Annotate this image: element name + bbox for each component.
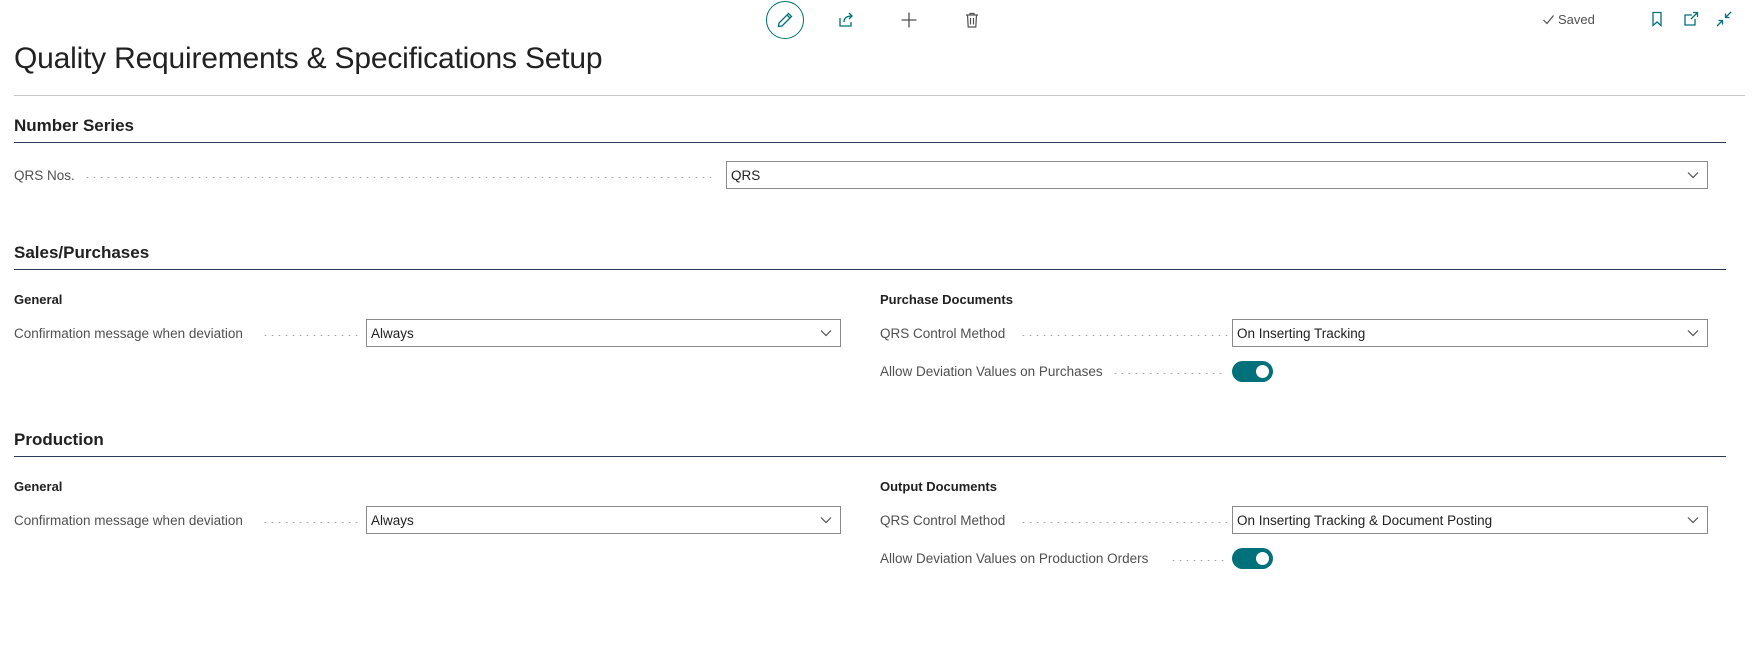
- output-documents-group-title: Output Documents: [880, 479, 997, 494]
- section-production-divider: [14, 456, 1726, 457]
- chevron-down-icon: [1687, 172, 1699, 179]
- production-confirmation-value: Always: [371, 512, 414, 528]
- plus-icon: [901, 12, 917, 28]
- bookmark-button[interactable]: [1647, 9, 1667, 29]
- qrs-nos-label: QRS Nos.: [14, 168, 75, 183]
- purchase-qrs-control-label: QRS Control Method: [880, 326, 1006, 341]
- chevron-down-icon: [820, 330, 832, 337]
- purchase-allow-deviation-leader-dots: [1112, 373, 1224, 374]
- share-icon: [839, 12, 853, 27]
- purchase-allow-deviation-toggle[interactable]: [1232, 361, 1273, 382]
- delete-button[interactable]: [953, 1, 991, 39]
- saved-text: Saved: [1558, 12, 1595, 27]
- production-confirmation-leader-dots: [262, 522, 358, 523]
- qrs-nos-value: QRS: [731, 167, 761, 183]
- trash-icon: [966, 12, 978, 28]
- section-sales-purchases-divider: [14, 269, 1726, 270]
- section-sales-purchases-title[interactable]: Sales/Purchases: [14, 243, 149, 263]
- purchase-qrs-control-value: On Inserting Tracking: [1237, 325, 1366, 341]
- production-confirmation-select[interactable]: Always: [366, 506, 841, 534]
- sales-confirmation-value: Always: [371, 325, 414, 341]
- setup-page: Saved Quality Requirements & Specificati…: [0, 0, 1762, 653]
- purchase-allow-deviation-label: Allow Deviation Values on Purchases: [880, 364, 1103, 379]
- sales-confirmation-select[interactable]: Always: [366, 319, 841, 347]
- purchase-documents-group-title: Purchase Documents: [880, 292, 1013, 307]
- checkmark-icon: [1543, 15, 1554, 25]
- section-number-series-title[interactable]: Number Series: [14, 116, 134, 136]
- new-button[interactable]: [890, 1, 928, 39]
- sales-confirmation-label: Confirmation message when deviation: [14, 326, 243, 341]
- production-general-group-title: General: [14, 479, 63, 494]
- production-confirmation-label: Confirmation message when deviation: [14, 513, 243, 528]
- pencil-icon: [777, 12, 793, 28]
- toggle-knob: [1256, 552, 1269, 565]
- purchase-qrs-control-select[interactable]: On Inserting Tracking: [1232, 319, 1708, 347]
- toggle-knob: [1256, 365, 1269, 378]
- qrs-nos-leader-dots: [84, 177, 716, 178]
- sales-general-group-title: General: [14, 292, 63, 307]
- output-qrs-control-label: QRS Control Method: [880, 513, 1006, 528]
- purchase-qrs-control-leader-dots: [1020, 335, 1232, 336]
- edit-button[interactable]: [766, 1, 804, 39]
- chevron-down-icon: [1687, 330, 1699, 337]
- open-new-window-button[interactable]: [1681, 9, 1701, 29]
- qrs-nos-select[interactable]: QRS: [726, 161, 1708, 189]
- bookmark-icon: [1652, 11, 1662, 27]
- share-button[interactable]: [827, 1, 865, 39]
- action-bar: Saved: [0, 0, 1762, 40]
- section-production-title[interactable]: Production: [14, 430, 104, 450]
- chevron-down-icon: [820, 517, 832, 524]
- title-divider: [14, 95, 1745, 96]
- saved-status: Saved: [1542, 12, 1595, 27]
- output-qrs-control-leader-dots: [1020, 522, 1232, 523]
- output-qrs-control-value: On Inserting Tracking & Document Posting: [1237, 512, 1493, 528]
- output-allow-deviation-label: Allow Deviation Values on Production Ord…: [880, 551, 1149, 566]
- collapse-button[interactable]: [1714, 9, 1734, 29]
- output-allow-deviation-toggle[interactable]: [1232, 548, 1273, 569]
- output-allow-deviation-leader-dots: [1170, 560, 1224, 561]
- section-number-series-divider: [14, 142, 1726, 143]
- output-qrs-control-select[interactable]: On Inserting Tracking & Document Posting: [1232, 506, 1708, 534]
- open-new-window-icon: [1684, 11, 1699, 26]
- page-title: Quality Requirements & Specifications Se…: [14, 42, 603, 75]
- collapse-icon: [1716, 11, 1732, 27]
- sales-confirmation-leader-dots: [262, 335, 358, 336]
- chevron-down-icon: [1687, 517, 1699, 524]
